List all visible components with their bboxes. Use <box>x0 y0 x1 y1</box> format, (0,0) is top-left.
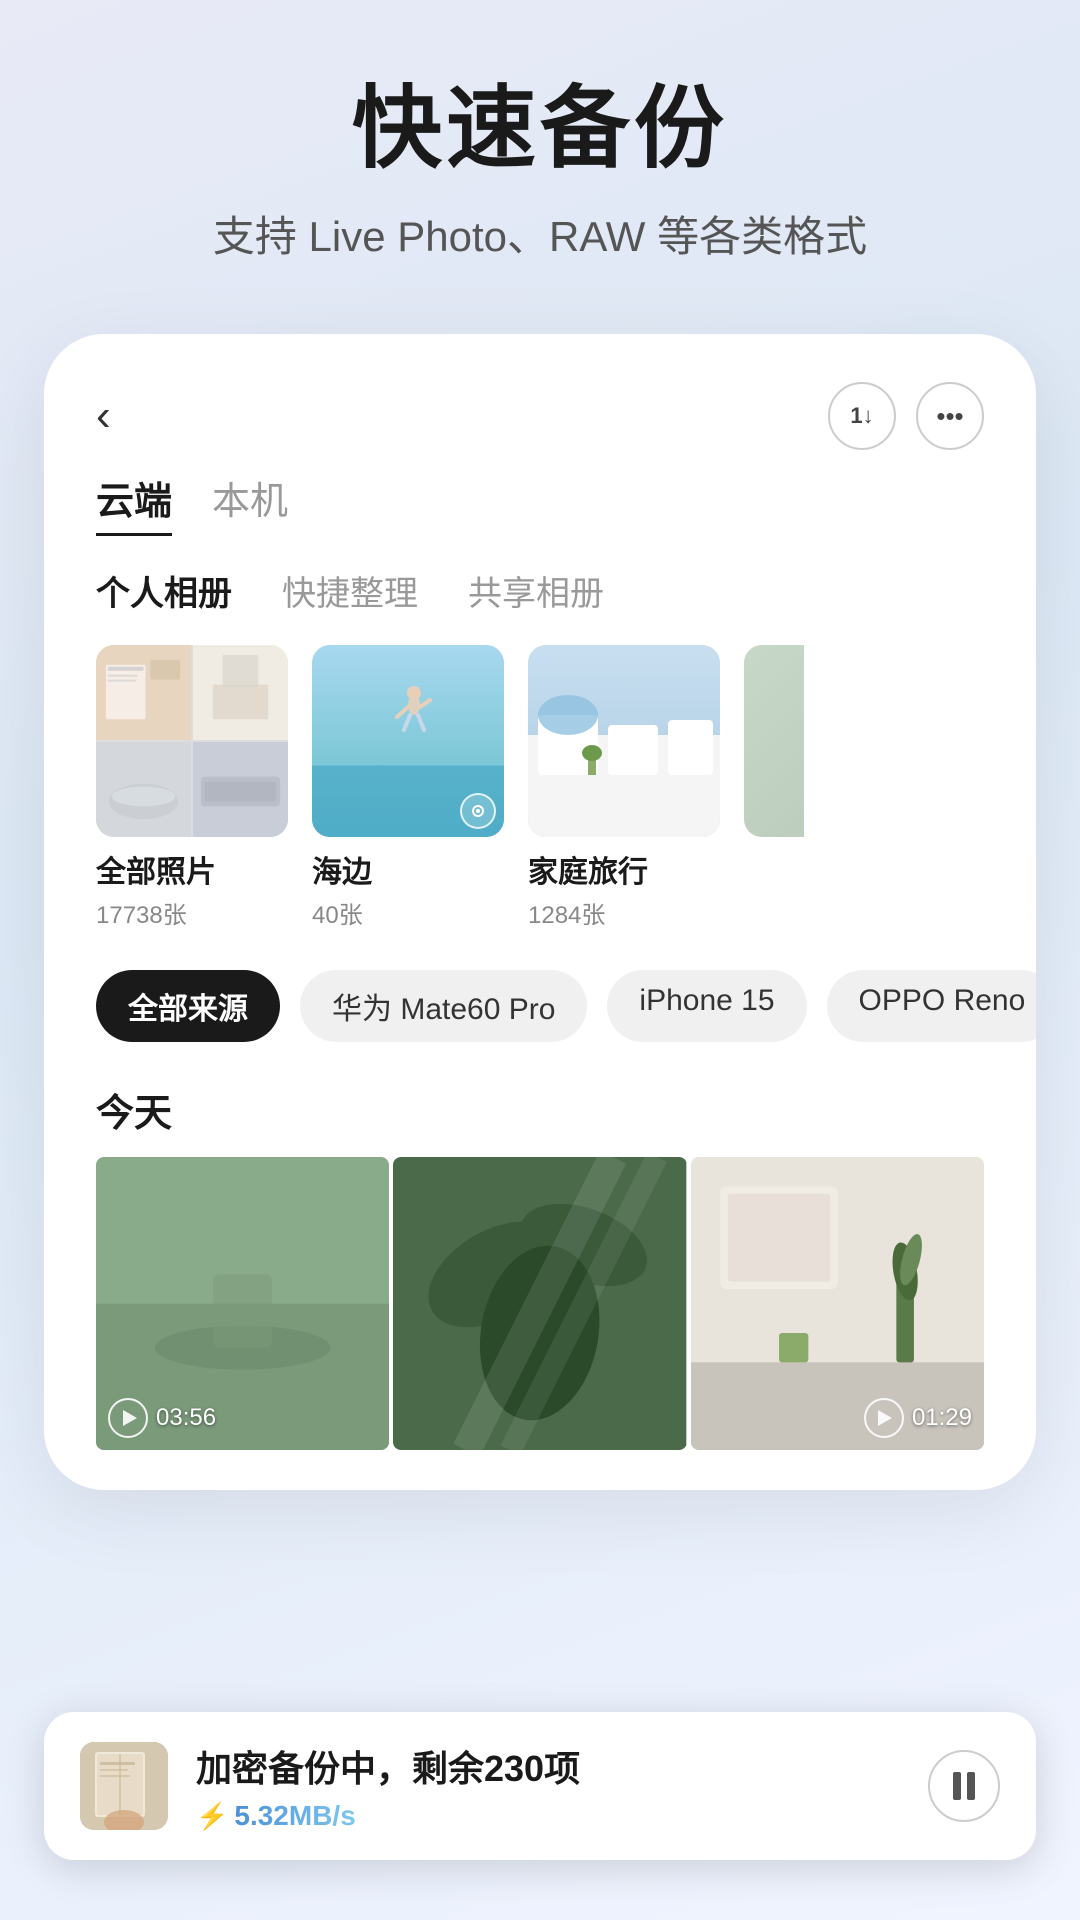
album-family-trip-name: 家庭旅行 <box>528 847 720 891</box>
app-header: ‹ 1↓ ••• <box>44 334 1036 470</box>
sort-icon: 1↓ <box>850 403 873 429</box>
album-tab-bar: 个人相册 快捷整理 共享相册 <box>44 546 1036 635</box>
album-grid-ocean <box>312 645 504 837</box>
album-cell-santorini <box>528 645 720 837</box>
tab-cloud[interactable]: 云端 <box>96 470 172 536</box>
album-grid-partial <box>744 645 804 837</box>
album-grid-all <box>96 645 288 837</box>
more-button[interactable]: ••• <box>916 382 984 450</box>
phone-card: ‹ 1↓ ••• 云端 本机 个人相册 快捷整理 共享相册 <box>44 334 1036 1490</box>
album-cell-partial <box>744 645 804 837</box>
play-icon-3 <box>864 1398 904 1438</box>
video-duration-3: 01:29 <box>864 1398 972 1438</box>
pause-button[interactable] <box>928 1750 1000 1822</box>
tab-personal-album[interactable]: 个人相册 <box>96 566 232 615</box>
album-cell-2 <box>193 645 288 740</box>
album-partial[interactable] <box>744 645 804 930</box>
backup-speed-row: ⚡ 5.32MB/s <box>196 1800 900 1832</box>
speed-bolt-icon: ⚡ <box>196 1801 228 1832</box>
album-ocean-name: 海边 <box>312 847 504 891</box>
backup-thumbnail <box>80 1742 168 1830</box>
photo-item-2[interactable] <box>393 1157 686 1450</box>
album-cell-4 <box>193 742 288 837</box>
album-cell-ocean <box>312 645 504 837</box>
hero-subtitle: 支持 Live Photo、RAW 等各类格式 <box>60 203 1020 264</box>
tab-local[interactable]: 本机 <box>212 470 288 536</box>
tab-shared-album[interactable]: 共享相册 <box>468 566 604 615</box>
hero-title: 快速备份 <box>60 80 1020 179</box>
tag-all-sources[interactable]: 全部来源 <box>96 970 280 1042</box>
back-button[interactable]: ‹ <box>96 391 111 441</box>
album-cell-1 <box>96 645 191 740</box>
album-ocean-count: 40张 <box>312 895 504 930</box>
sort-button[interactable]: 1↓ <box>828 382 896 450</box>
backup-status-text: 加密备份中，剩余230项 <box>196 1740 900 1792</box>
albums-row: 全部照片 17738张 <box>44 635 1036 960</box>
photo-item-1[interactable]: 03:56 <box>96 1157 389 1450</box>
album-all-photos[interactable]: 全部照片 17738张 <box>96 645 288 930</box>
cloud-tab-bar: 云端 本机 <box>44 470 1036 536</box>
album-family-trip[interactable]: 家庭旅行 1284张 <box>528 645 720 930</box>
hero-section: 快速备份 支持 Live Photo、RAW 等各类格式 <box>0 0 1080 304</box>
play-icon-1 <box>108 1398 148 1438</box>
tag-oppo[interactable]: OPPO Reno <box>827 970 1036 1042</box>
backup-info: 加密备份中，剩余230项 ⚡ 5.32MB/s <box>196 1740 900 1832</box>
album-ocean[interactable]: 海边 40张 <box>312 645 504 930</box>
tab-quick-organize[interactable]: 快捷整理 <box>282 566 418 615</box>
more-icon: ••• <box>936 401 963 432</box>
album-cell-3 <box>96 742 191 837</box>
live-photo-icon <box>460 793 496 829</box>
album-all-photos-count: 17738张 <box>96 895 288 930</box>
backup-banner: 加密备份中，剩余230项 ⚡ 5.32MB/s <box>44 1712 1036 1860</box>
header-actions: 1↓ ••• <box>828 382 984 450</box>
video-duration-1: 03:56 <box>108 1398 216 1438</box>
tag-iphone15[interactable]: iPhone 15 <box>607 970 806 1042</box>
today-photo-grid: 03:56 <box>44 1157 1036 1450</box>
album-all-photos-name: 全部照片 <box>96 847 288 891</box>
album-family-trip-count: 1284张 <box>528 895 720 930</box>
backup-speed-value: 5.32MB/s <box>234 1800 355 1832</box>
photo-item-3[interactable]: 01:29 <box>691 1157 984 1450</box>
tag-huawei[interactable]: 华为 Mate60 Pro <box>300 970 587 1042</box>
album-grid-santorini <box>528 645 720 837</box>
today-section-title: 今天 <box>44 1072 1036 1157</box>
source-filter-bar: 全部来源 华为 Mate60 Pro iPhone 15 OPPO Reno <box>44 960 1036 1072</box>
pause-icon <box>953 1772 975 1800</box>
